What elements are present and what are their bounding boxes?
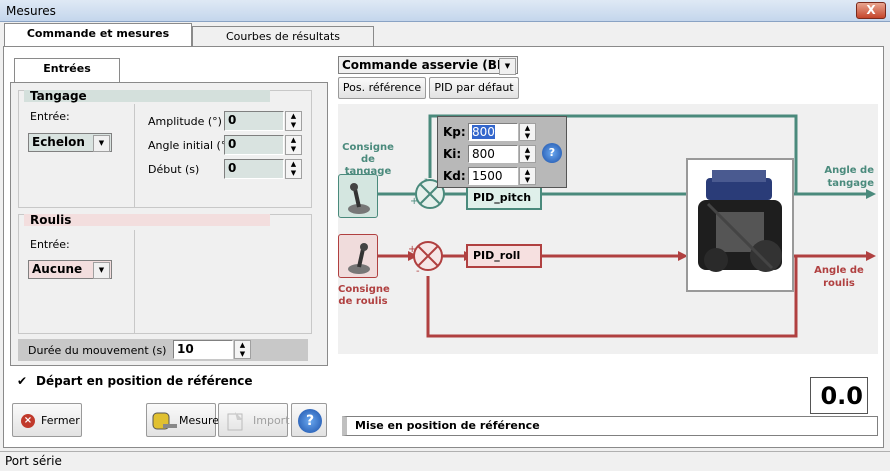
roll-plus-sign: + [408,244,417,255]
tab-commande-mesures[interactable]: Commande et mesures [4,23,192,47]
tangage-entree-select[interactable]: Echelon ▼ [28,133,112,152]
duree-stepper[interactable]: ▲ ▼ [234,340,251,359]
debut-label: Début (s) [148,163,200,176]
joystick-pitch-button[interactable] [338,174,378,218]
divider [134,230,135,334]
pid-gains-popup: Kp: 800 ▲ ▼ Ki: 800 ▲ ▼ Kd: 1500 ▲ ▼ ? [437,116,567,188]
amplitude-label: Amplitude (°) [148,115,222,128]
import-button[interactable]: Import [218,403,290,437]
gimbal-drone-illustration [698,170,782,272]
help-icon: ? [298,409,322,433]
depart-label: Départ en position de référence [36,374,253,388]
help-button[interactable]: ? [291,403,327,437]
close-button[interactable]: X [856,2,886,19]
debut-input[interactable]: 0 [224,159,284,179]
ki-stepper[interactable]: ▲ ▼ [519,145,536,163]
pitch-plus-sign: + [410,196,419,207]
duree-input[interactable]: 10 [173,340,233,359]
consigne-tangage-label: Consigne de tangage [342,142,394,177]
roll-minus-sign: - [416,266,420,277]
port-serie-label: Port série [5,454,62,468]
import-icon [227,412,243,431]
close-circle-icon: × [21,414,35,428]
fermer-button[interactable]: × Fermer [12,403,82,437]
fermer-label: Fermer [41,414,80,427]
pos-reference-button[interactable]: Pos. référence [338,77,426,99]
mode-select[interactable]: Commande asservie (BF) ▼ [338,56,518,75]
chevron-down-icon[interactable]: ▼ [93,135,110,152]
amplitude-stepper[interactable]: ▲ ▼ [285,111,302,131]
tab-courbes-resultats[interactable]: Courbes de résultats [192,26,374,48]
joystick-icon [348,243,370,274]
mesure-button[interactable]: Mesure [146,403,220,437]
amplitude-input[interactable]: 0 [224,111,284,131]
tab-entrees-standard[interactable]: Entrées standard [14,58,120,95]
angle-initial-input[interactable]: 0 [224,135,284,155]
diagram-area: + - + - Consigne de tangage Consigne de … [338,104,878,354]
pid-pitch-block[interactable]: PID_pitch [466,186,542,210]
consigne-roulis-label: Consigne de roulis [338,284,390,307]
control-loop-diagram [376,114,876,338]
import-label: Import [253,414,290,427]
mode-value: Commande asservie (BF) [342,58,511,72]
value-readout: 0.0 [810,377,868,414]
angle-initial-label: Angle initial (°) [148,139,231,152]
title-bar: Mesures [0,0,890,22]
depart-checkbox[interactable]: ✔ [17,375,29,387]
chevron-down-icon[interactable]: ▼ [499,58,516,75]
divider [134,104,135,208]
status-bar: Port série [0,451,890,471]
ki-input[interactable]: 800 [468,145,518,163]
tape-measure-icon [152,412,177,430]
angle-roulis-label: Angle de roulis [814,265,864,289]
mesure-label: Mesure [179,414,220,427]
pid-defaut-button[interactable]: PID par défaut [429,77,519,99]
pid-roll-block[interactable]: PID_roll [466,244,542,268]
kp-label: Kp: [443,125,466,139]
kd-input[interactable]: 1500 [468,167,518,185]
kd-label: Kd: [443,169,466,183]
kp-stepper[interactable]: ▲ ▼ [519,123,536,141]
ki-label: Ki: [443,147,462,161]
joystick-icon [348,183,370,214]
window-title: Mesures [6,4,56,18]
angle-tangage-label: Angle de tangage [824,165,874,189]
tangage-title: Tangage [30,89,87,103]
roulis-entree-label: Entrée: [30,238,70,251]
angle-initial-stepper[interactable]: ▲ ▼ [285,135,302,155]
tangage-entree-value: Echelon [32,135,85,149]
pitch-minus-sign: - [424,174,428,185]
debut-stepper[interactable]: ▲ ▼ [285,159,302,179]
drone-image [686,158,794,292]
kd-stepper[interactable]: ▲ ▼ [519,167,536,185]
duree-label: Durée du mouvement (s) [28,344,167,357]
tangage-entree-label: Entrée: [30,110,70,123]
status-message: Mise en position de référence [342,416,878,436]
joystick-roll-button[interactable] [338,234,378,278]
roulis-entree-value: Aucune [32,262,83,276]
chevron-down-icon[interactable]: ▼ [93,262,110,279]
kp-input[interactable]: 800 [468,123,518,141]
roulis-title: Roulis [30,213,72,227]
help-icon[interactable]: ? [542,143,562,163]
roulis-entree-select[interactable]: Aucune ▼ [28,260,112,279]
